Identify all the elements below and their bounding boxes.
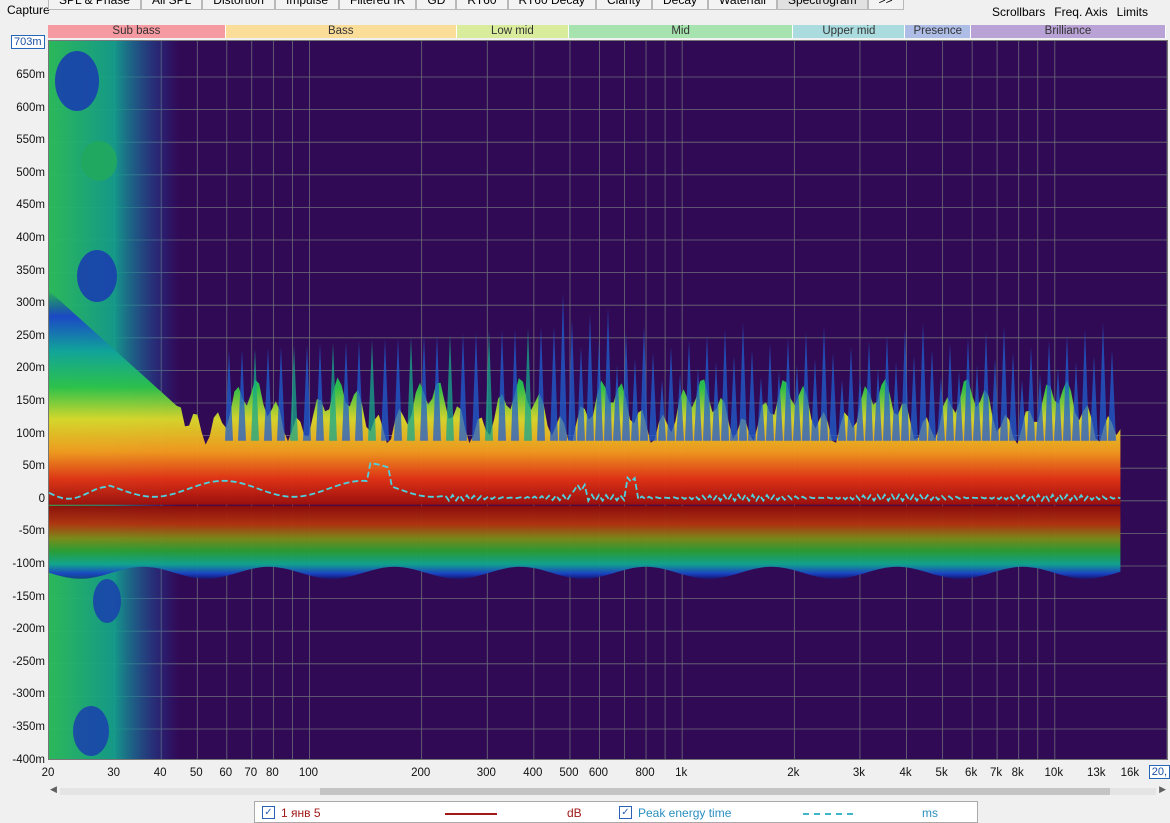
x-tick-label: 7k xyxy=(990,767,1003,779)
horizontal-scrollbar[interactable]: ◀ ▶ xyxy=(48,784,1168,798)
y-tick-label: 450m xyxy=(16,199,45,212)
graph-options-menu: Scrollbars Freq. Axis Limits xyxy=(992,5,1148,19)
measurement-checkbox[interactable]: ✓ xyxy=(262,806,275,819)
x-tick-label: 600 xyxy=(588,767,609,779)
measurement-label[interactable]: 1 янв 5 xyxy=(281,806,321,820)
y-tick-label: -400m xyxy=(12,753,45,766)
x-tick-label: 400 xyxy=(523,767,543,779)
y-tick-label: 200m xyxy=(16,362,45,375)
spectrogram-svg xyxy=(49,41,1167,759)
y-tick-label: -100m xyxy=(12,558,45,570)
y-tick-label: 100m xyxy=(16,427,45,440)
x-tick-label: 20 xyxy=(41,767,55,779)
peak-energy-checkbox[interactable]: ✓ xyxy=(619,806,632,819)
y-tick-label: -50m xyxy=(18,525,45,538)
menu-freq-axis[interactable]: Freq. Axis xyxy=(1054,5,1107,19)
x-tick-label: 4k xyxy=(899,767,912,779)
y-tick-label: 600m xyxy=(16,101,45,114)
x-tick-label: 60 xyxy=(219,767,233,779)
x-tick-label: 200 xyxy=(411,767,431,779)
x-tick-label: 6k xyxy=(965,767,978,779)
legend-bar: ✓ 1 янв 5 dB ✓ Peak energy time ms xyxy=(254,801,978,823)
x-tick-label: 8k xyxy=(1011,767,1024,779)
tab-clarity[interactable]: Clarity xyxy=(596,0,653,10)
menu-scrollbars[interactable]: Scrollbars xyxy=(992,5,1045,19)
x-tick-label: 800 xyxy=(635,767,655,779)
y-tick-label: 400m xyxy=(16,232,45,244)
scroll-track[interactable] xyxy=(60,788,1156,795)
spectrogram-plot[interactable] xyxy=(48,40,1168,760)
x-tick-label: 70 xyxy=(244,767,258,779)
y-tick-label: 0 xyxy=(38,492,45,505)
tab-spl-phase[interactable]: SPL & Phase xyxy=(48,0,141,10)
band-mid: Mid xyxy=(568,25,794,38)
y-tick-label: 500m xyxy=(16,166,45,179)
measurement-line-swatch xyxy=(445,813,497,815)
y-tick-label: 150m xyxy=(16,395,45,407)
tab-spectrogram[interactable]: Spectrogram xyxy=(776,0,868,10)
x-tick-label: 100 xyxy=(298,767,319,779)
y-tick-label: 350m xyxy=(16,264,45,277)
x-tick-label: 16k xyxy=(1120,767,1140,779)
scroll-thumb[interactable] xyxy=(320,788,1110,795)
x-tick-label: 40 xyxy=(153,767,167,779)
menu-limits[interactable]: Limits xyxy=(1117,5,1148,19)
band-presence: Presence xyxy=(905,25,972,38)
peak-energy-line-swatch xyxy=(803,813,853,815)
tab-decay[interactable]: Decay xyxy=(652,0,709,10)
x-tick-label: 1k xyxy=(675,767,688,779)
tab-impulse[interactable]: Impulse xyxy=(274,0,340,10)
x-axis-cursor-value[interactable]: 20, xyxy=(1148,765,1170,779)
y-tick-label: -300m xyxy=(12,688,45,701)
y-tick-label: -150m xyxy=(12,590,45,603)
frequency-band-bar: Sub bass Bass Low mid Mid Upper mid Presence B… xyxy=(48,25,1168,39)
x-tick-label: 10k xyxy=(1044,767,1064,779)
tab-waterfall[interactable]: Waterfall xyxy=(708,0,777,10)
scroll-left-arrow-icon[interactable]: ◀ xyxy=(50,784,57,795)
tab-[interactable]: >> xyxy=(867,0,904,10)
band-bass: Bass xyxy=(225,25,457,38)
y-tick-label: 550m xyxy=(16,134,45,147)
tab-rt60[interactable]: RT60 xyxy=(456,0,508,10)
scroll-right-arrow-icon[interactable]: ▶ xyxy=(1159,784,1166,795)
x-tick-label: 300 xyxy=(476,767,496,779)
y-tick-label: 250m xyxy=(16,329,45,342)
x-tick-label: 50 xyxy=(189,767,203,779)
measurement-unit: dB xyxy=(567,806,582,820)
band-low-mid: Low mid xyxy=(456,25,569,38)
peak-energy-unit: ms xyxy=(922,806,938,820)
y-tick-label: 300m xyxy=(16,297,45,310)
y-tick-label: -200m xyxy=(12,623,45,636)
peak-energy-label[interactable]: Peak energy time xyxy=(638,806,731,820)
y-tick-label: 50m xyxy=(22,460,45,473)
spectrogram-energy xyxy=(49,41,1121,759)
capture-button[interactable]: Capture xyxy=(7,3,50,17)
x-tick-label: 3k xyxy=(852,767,866,779)
x-tick-label: 500 xyxy=(559,767,579,779)
tab-filtered-ir[interactable]: Filtered IR xyxy=(339,0,417,10)
y-tick-label: -250m xyxy=(12,655,45,668)
tab-all-spl[interactable]: All SPL xyxy=(140,0,203,10)
x-tick-label: 80 xyxy=(265,767,279,779)
band-brilliance: Brilliance xyxy=(971,25,1166,38)
top-toolbar: Capture SPL & Phase All SPL Distortion Impu… xyxy=(0,0,1170,24)
x-tick-label: 5k xyxy=(935,767,948,779)
x-tick-label: 2k xyxy=(787,767,800,779)
tab-rt60-decay[interactable]: RT60 Decay xyxy=(507,0,596,10)
tab-gd[interactable]: GD xyxy=(416,0,457,10)
x-tick-label: 30 xyxy=(107,767,121,779)
band-upper-mid: Upper mid xyxy=(793,25,906,38)
y-tick-label: -350m xyxy=(12,721,45,733)
y-axis-cursor-value[interactable]: 703m xyxy=(11,35,45,49)
graph-tabs: SPL & Phase All SPL Distortion Impulse Filte… xyxy=(48,0,904,10)
y-tick-label: 650m xyxy=(16,69,45,81)
x-tick-label: 13k xyxy=(1086,767,1106,779)
band-sub-bass: Sub bass xyxy=(48,25,226,38)
tab-distortion[interactable]: Distortion xyxy=(202,0,275,10)
